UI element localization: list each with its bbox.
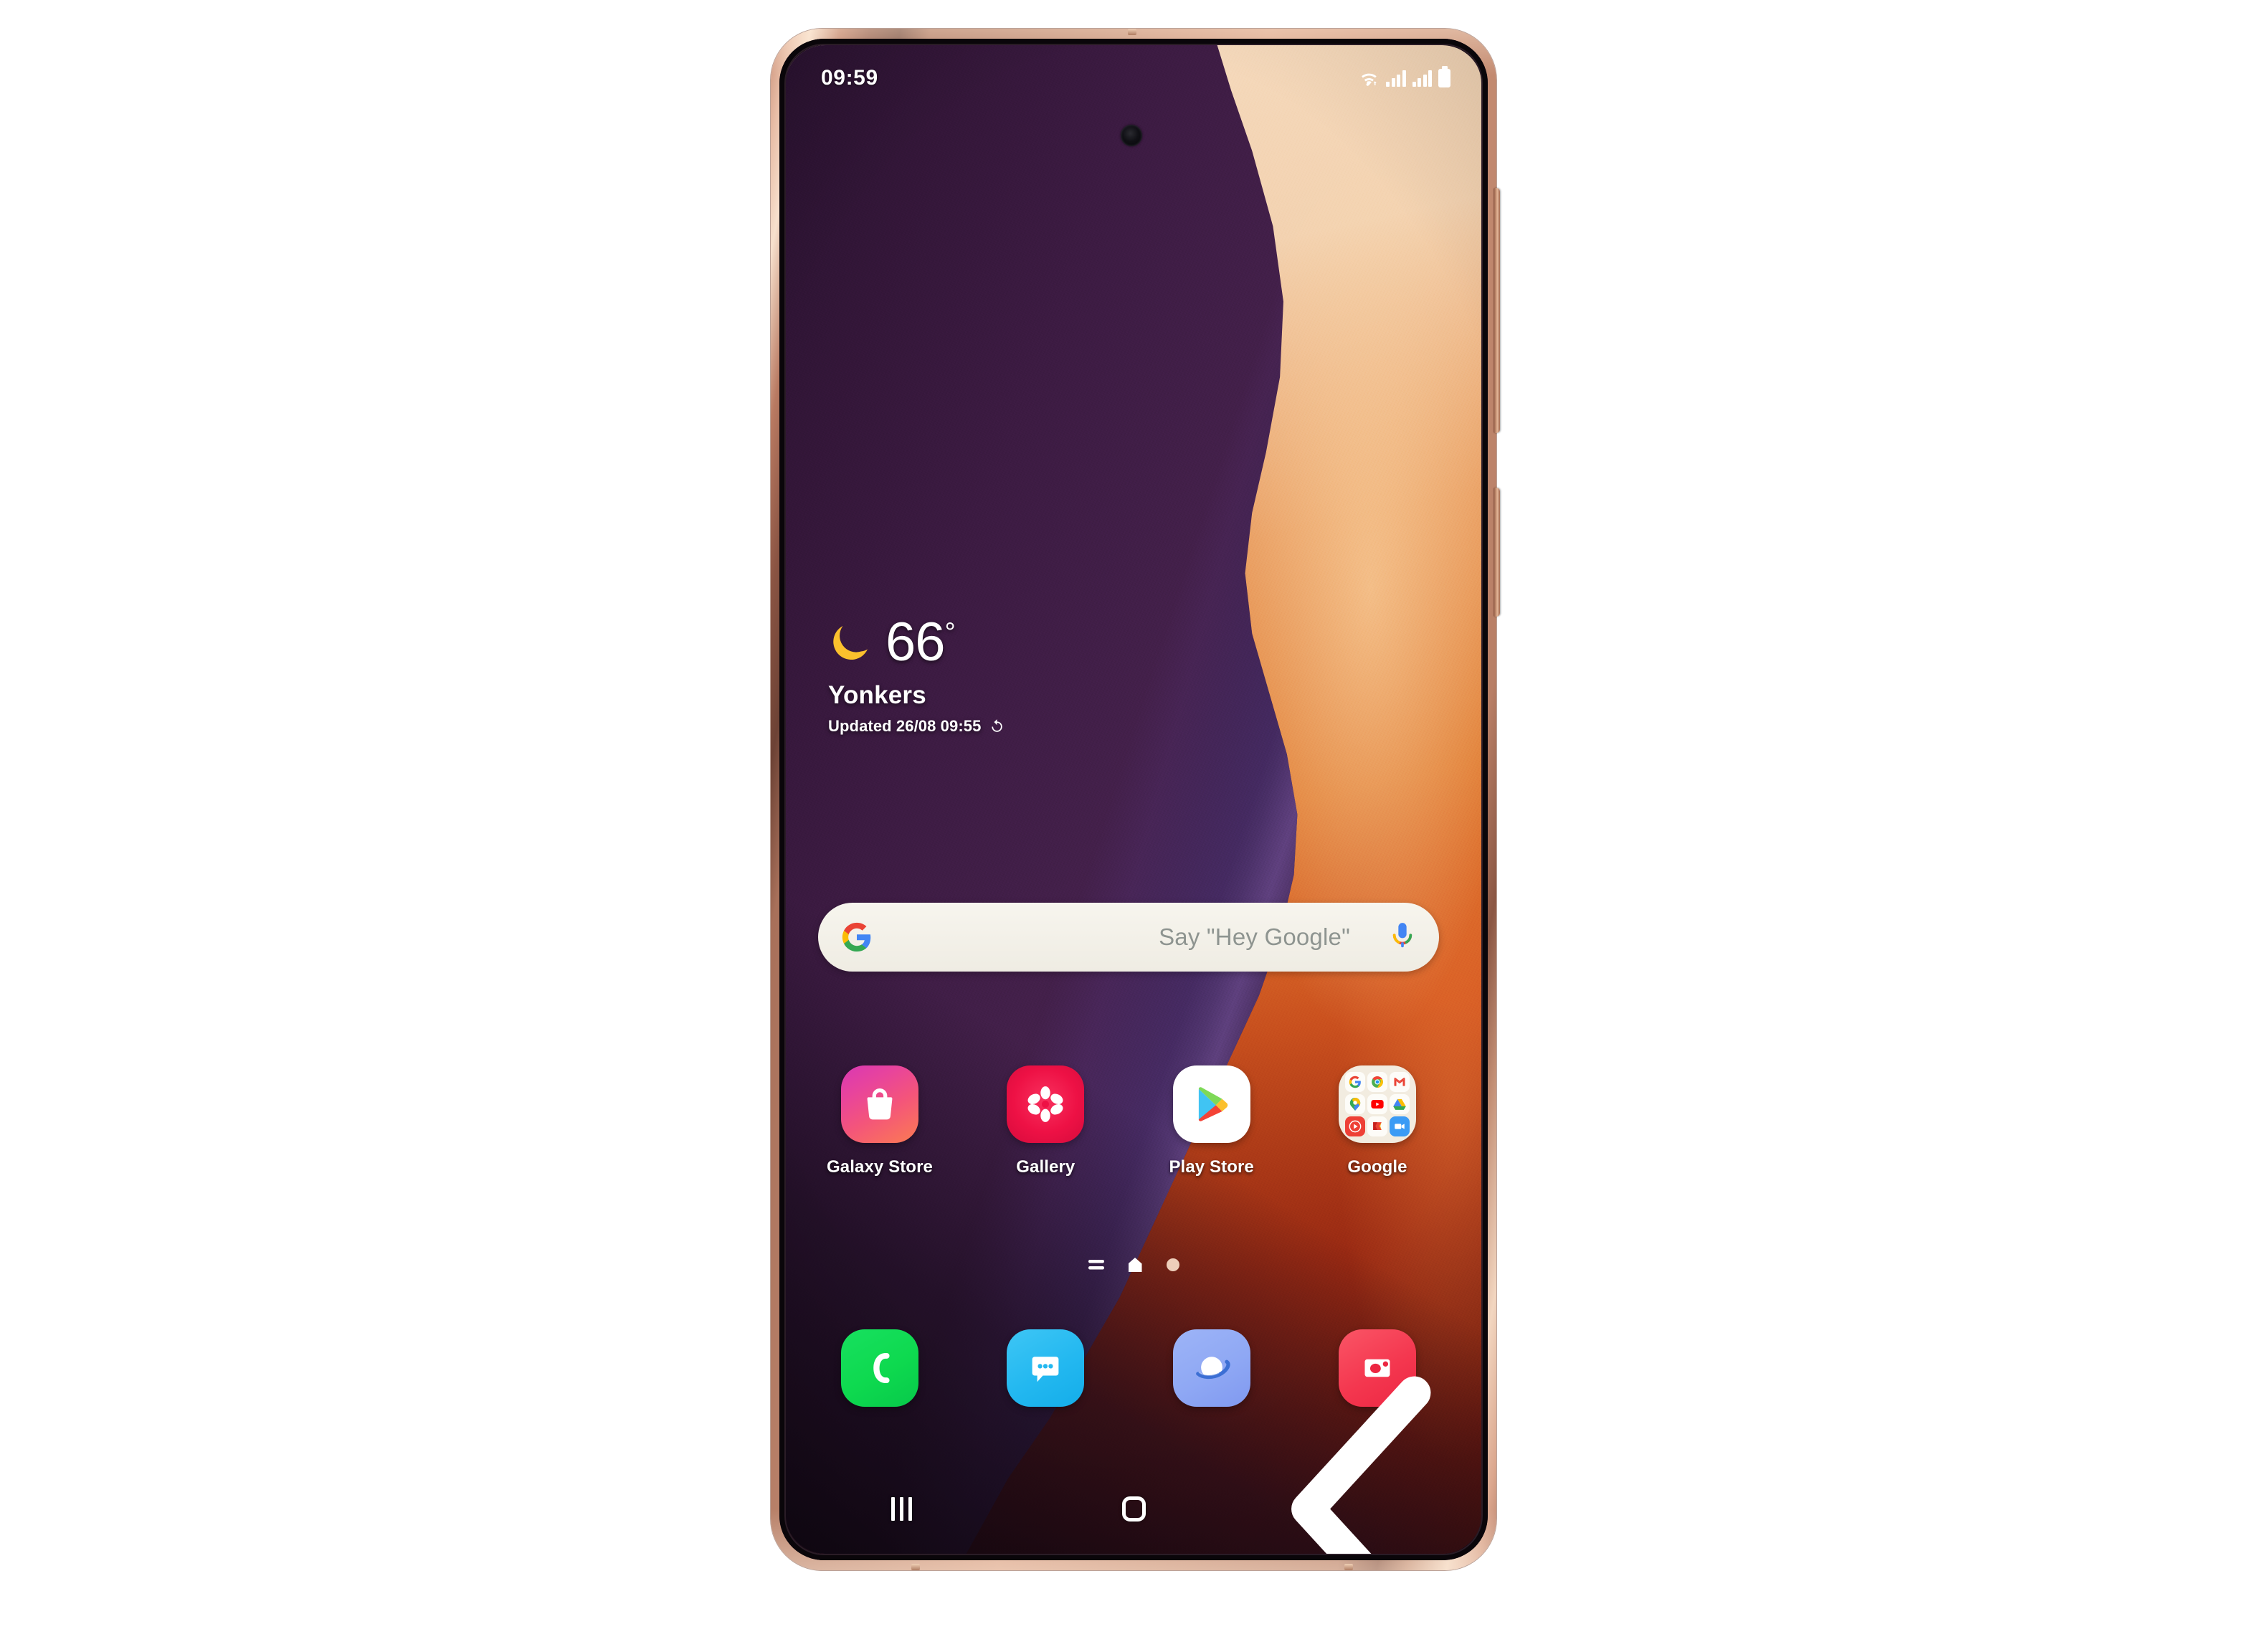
flower-icon xyxy=(1027,1086,1063,1122)
google-folder-grid xyxy=(1339,1065,1416,1143)
app-label: Galaxy Store xyxy=(827,1157,933,1177)
shopping-bag-icon xyxy=(867,1088,893,1120)
nav-back-button[interactable] xyxy=(1250,1364,1482,1561)
gallery-flower-icon[interactable] xyxy=(1007,1065,1085,1143)
battery-icon xyxy=(1438,69,1450,87)
app-grid: Galaxy Store Gallery Play Store Google xyxy=(809,1065,1448,1177)
phone-handset-icon[interactable] xyxy=(841,1329,918,1407)
google-drive-icon[interactable] xyxy=(1389,1094,1410,1114)
app-google-folder[interactable]: Google xyxy=(1307,1065,1448,1177)
app-label: Google xyxy=(1347,1157,1407,1177)
google-search-bar[interactable]: Say "Hey Google" xyxy=(818,903,1439,972)
wifi-icon xyxy=(1362,73,1377,86)
weather-temperature: 66° xyxy=(885,615,956,670)
google-play-movies-icon[interactable] xyxy=(1367,1116,1387,1136)
crescent-moon-icon xyxy=(833,626,868,660)
antenna-band-bottom-right xyxy=(1344,1564,1353,1570)
play-store-icon[interactable] xyxy=(1172,1065,1250,1143)
dock-app-messages[interactable] xyxy=(975,1329,1116,1407)
weather-city-name: Yonkers xyxy=(828,681,926,710)
chrome-icon[interactable] xyxy=(1367,1072,1387,1092)
dock-app-phone[interactable] xyxy=(809,1329,950,1407)
google-maps-icon[interactable] xyxy=(1344,1094,1365,1114)
google-g-icon[interactable] xyxy=(841,921,873,953)
youtube-music-icon[interactable] xyxy=(1344,1116,1365,1136)
home-icon[interactable] xyxy=(1121,1496,1146,1522)
planet-glyph xyxy=(1195,1357,1230,1380)
message-bubble-icon[interactable] xyxy=(1007,1329,1085,1407)
google-search-icon[interactable] xyxy=(1344,1072,1365,1092)
chat-bubble-glyph xyxy=(1032,1357,1059,1382)
power-button[interactable] xyxy=(1494,488,1500,617)
google-meet-icon[interactable] xyxy=(1389,1116,1410,1136)
app-play-store[interactable]: Play Store xyxy=(1141,1065,1282,1177)
wallpaper-vignette xyxy=(785,45,1482,1554)
degree-symbol: ° xyxy=(944,617,956,648)
wallpaper xyxy=(785,45,1482,1554)
app-list-dot-icon[interactable] xyxy=(1088,1259,1104,1271)
volume-rocker-button[interactable] xyxy=(1494,188,1500,433)
antenna-band-bottom-left xyxy=(911,1564,920,1570)
weather-widget[interactable]: 66° Yonkers Updated 26/08 09:55 xyxy=(828,615,1005,736)
weather-updated-row[interactable]: Updated 26/08 09:55 xyxy=(828,717,1005,736)
signal-bars-icon-sim2 xyxy=(1412,70,1432,87)
phone-screen: 09:59 66° Yonkers Updated 26/08 09:55 Sa… xyxy=(779,39,1488,1560)
status-bar-icons xyxy=(1360,69,1450,87)
home-page-dot-icon[interactable] xyxy=(1128,1258,1142,1272)
status-bar: 09:59 xyxy=(785,45,1482,111)
app-gallery[interactable]: Gallery xyxy=(975,1065,1116,1177)
google-mic-icon[interactable] xyxy=(1390,921,1415,953)
app-label: Play Store xyxy=(1169,1157,1254,1177)
galaxy-store-icon[interactable] xyxy=(841,1065,918,1143)
play-triangle-icon xyxy=(1198,1087,1228,1121)
front-camera-punch-hole xyxy=(1121,125,1142,146)
phone-device: 09:59 66° Yonkers Updated 26/08 09:55 Sa… xyxy=(771,29,1500,1570)
status-bar-clock: 09:59 xyxy=(821,66,878,90)
antenna-band-top xyxy=(1128,29,1136,35)
nav-recents-button[interactable] xyxy=(785,1496,1017,1521)
recents-icon[interactable] xyxy=(891,1496,912,1521)
weather-temperature-value: 66 xyxy=(885,612,946,673)
signal-bars-icon-sim1 xyxy=(1386,70,1406,87)
internet-planet-icon[interactable] xyxy=(1172,1329,1250,1407)
search-placeholder[interactable]: Say "Hey Google" xyxy=(873,924,1390,951)
weather-updated-text: Updated 26/08 09:55 xyxy=(828,717,982,736)
weather-main-row: 66° xyxy=(828,615,1005,670)
google-folder-icon[interactable] xyxy=(1338,1065,1416,1143)
handset-glyph xyxy=(873,1353,890,1383)
youtube-icon[interactable] xyxy=(1367,1094,1387,1114)
page-dot[interactable] xyxy=(1166,1258,1179,1271)
app-label: Gallery xyxy=(1016,1157,1075,1177)
nav-home-button[interactable] xyxy=(1017,1496,1250,1522)
page-indicator xyxy=(779,1258,1488,1272)
app-galaxy-store[interactable]: Galaxy Store xyxy=(809,1065,950,1177)
refresh-icon[interactable] xyxy=(989,718,1005,735)
back-chevron-icon[interactable] xyxy=(1250,1364,1482,1561)
navigation-bar xyxy=(785,1376,1482,1560)
gmail-icon[interactable] xyxy=(1389,1072,1410,1092)
